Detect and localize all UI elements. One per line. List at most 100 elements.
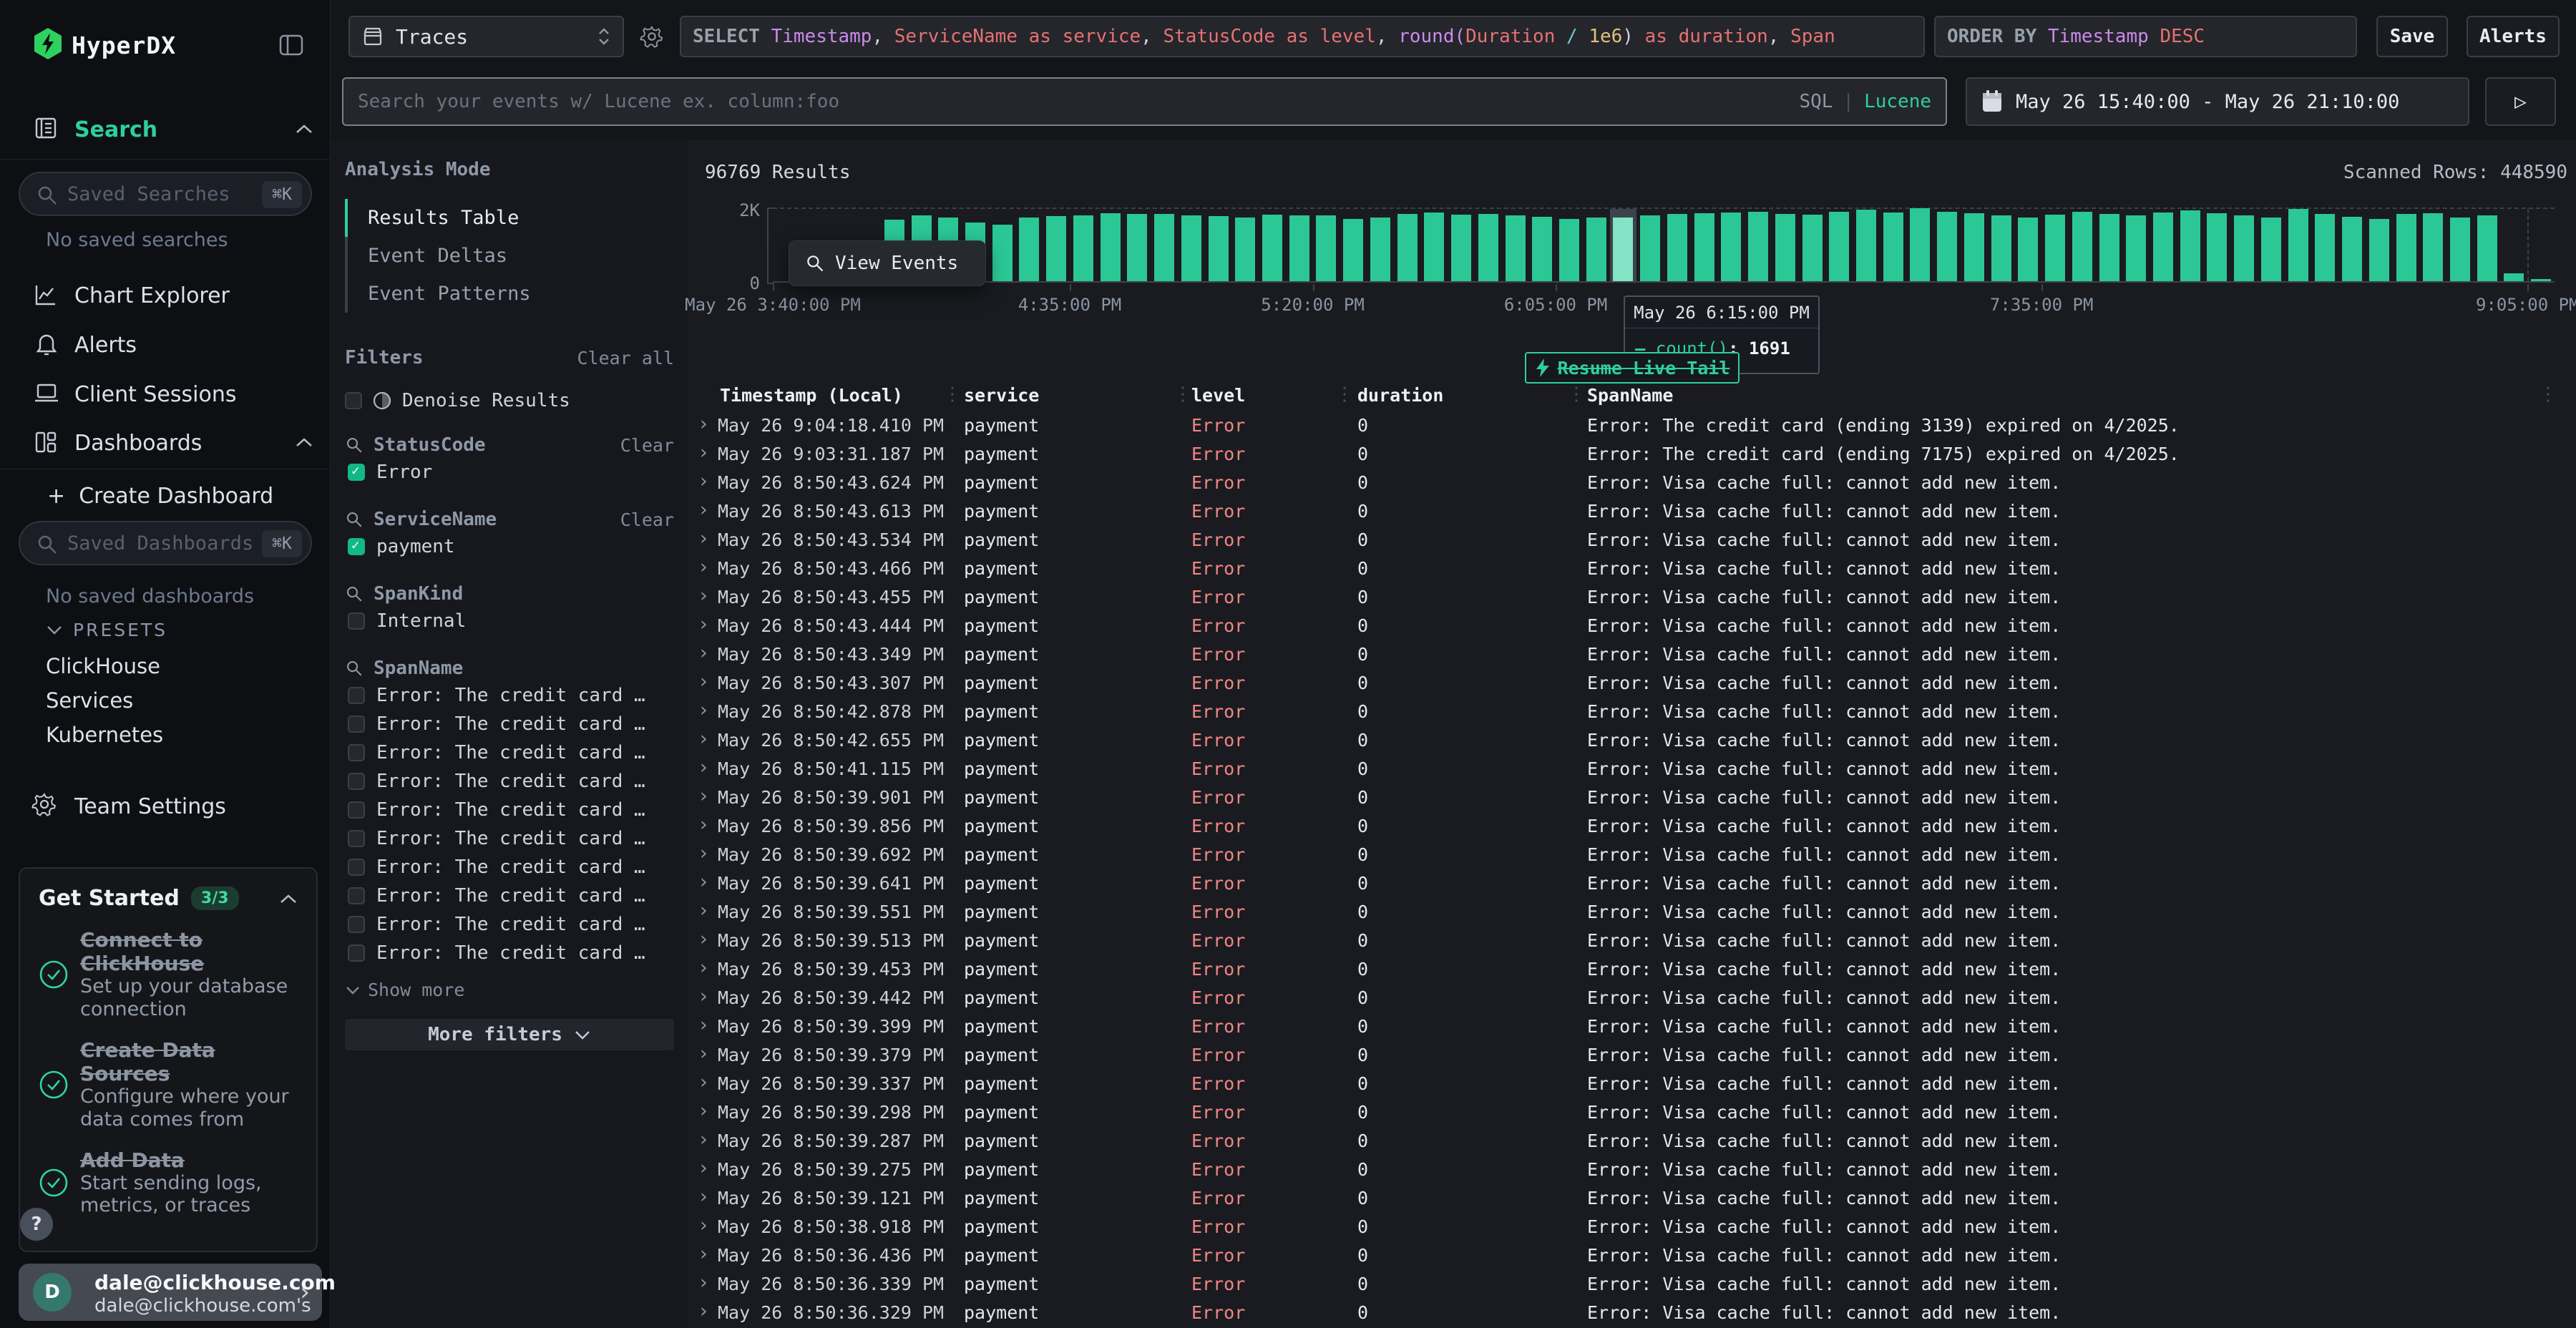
create-dashboard-button[interactable]: + Create Dashboard [47,484,273,509]
chevron-up-icon[interactable] [295,436,313,448]
get-started-step[interactable]: Add DataStart sending logs, metrics, or … [39,1148,298,1218]
table-row[interactable]: ›May 26 9:03:31.187 PMpaymentError0Error… [688,439,2576,468]
histogram-bar[interactable] [1343,219,1363,281]
expand-row-chevron[interactable]: › [698,957,709,979]
expand-row-chevron[interactable]: › [698,527,709,550]
expand-row-chevron[interactable]: › [698,1100,709,1122]
preset-kubernetes[interactable]: Kubernetes [46,723,163,747]
sidebar-item-alerts[interactable]: Alerts [74,333,137,358]
facet-clear-link[interactable]: Clear [620,509,674,530]
alerts-button[interactable]: Alerts [2467,16,2560,57]
histogram-bar[interactable] [1883,213,1903,281]
checkbox-unchecked[interactable] [348,687,365,704]
facet-option[interactable]: Internal [345,607,674,635]
histogram-bar[interactable] [1991,215,2011,281]
expand-row-chevron[interactable]: › [698,1300,709,1322]
expand-row-chevron[interactable]: › [698,499,709,521]
time-range-picker[interactable]: May 26 15:40:00 - May 26 21:10:00 [1966,77,2469,126]
facet-option[interactable]: Error: The credit card … [345,882,674,909]
histogram-bar[interactable] [2018,218,2038,281]
view-events-tooltip[interactable]: View Events [789,240,986,286]
histogram-bar[interactable] [1181,215,1201,281]
facet-option[interactable]: Error: The credit card … [345,682,674,709]
histogram-bar[interactable] [2153,213,2173,281]
facet-option[interactable]: Error: The credit card … [345,854,674,881]
histogram-bar[interactable] [1127,214,1147,281]
more-filters-button[interactable]: More filters [345,1019,674,1050]
histogram-bar[interactable] [2207,213,2227,281]
table-row[interactable]: ›May 26 8:50:41.115 PMpaymentError0Error… [688,754,2576,783]
histogram-bar[interactable] [1397,214,1418,281]
checkbox-unchecked[interactable] [348,716,365,733]
order-by-editor[interactable]: ORDER BY Timestamp DESC [1934,16,2357,57]
column-resize-handle[interactable]: ⋮ [1567,384,1586,405]
histogram-bar[interactable] [2099,214,2119,282]
sql-select-editor[interactable]: SELECT Timestamp, ServiceName as service… [680,16,1925,57]
checkbox-checked[interactable] [348,538,365,555]
lucene-search-input[interactable]: Search your events w/ Lucene ex. column:… [342,77,1947,126]
chevron-up-icon[interactable] [279,893,298,904]
column-resize-handle[interactable]: ⋮ [1174,384,1192,405]
histogram-bar[interactable] [1019,218,1039,281]
histogram-bar[interactable] [1937,212,1957,281]
histogram-bar[interactable] [1506,215,1526,281]
expand-row-chevron[interactable]: › [698,1071,709,1093]
histogram-bar[interactable] [1316,215,1336,281]
table-row[interactable]: ›May 26 8:50:43.307 PMpaymentError0Error… [688,668,2576,697]
expand-row-chevron[interactable]: › [698,585,709,607]
show-more-link[interactable]: Show more [345,980,674,1000]
histogram-bar[interactable] [2045,215,2065,281]
histogram-bar[interactable] [2126,215,2146,282]
expand-row-chevron[interactable]: › [698,556,709,578]
table-row[interactable]: ›May 26 8:50:38.918 PMpaymentError0Error… [688,1212,2576,1241]
expand-row-chevron[interactable]: › [698,928,709,950]
expand-row-chevron[interactable]: › [698,1128,709,1151]
histogram-bar[interactable] [2288,209,2308,281]
histogram-bar[interactable] [1532,217,1552,281]
checkbox-unchecked[interactable] [348,612,365,630]
table-row[interactable]: ›May 26 8:50:39.121 PMpaymentError0Error… [688,1183,2576,1212]
expand-row-chevron[interactable]: › [698,441,709,464]
expand-row-chevron[interactable]: › [698,985,709,1007]
facet-option[interactable]: payment [345,533,674,560]
facet-option[interactable]: Error: The credit card … [345,911,674,938]
histogram-bar[interactable] [2234,215,2254,281]
facet-option[interactable]: Error: The credit card … [345,711,674,738]
expand-row-chevron[interactable]: › [698,1271,709,1294]
histogram-bar[interactable] [2261,218,2281,281]
table-row[interactable]: ›May 26 8:50:39.379 PMpaymentError0Error… [688,1040,2576,1069]
expand-row-chevron[interactable]: › [698,899,709,922]
table-row[interactable]: ›May 26 8:50:43.466 PMpaymentError0Error… [688,554,2576,582]
analysis-mode-event-deltas[interactable]: Event Deltas [345,237,674,275]
expand-row-chevron[interactable]: › [698,728,709,750]
expand-row-chevron[interactable]: › [698,613,709,635]
histogram-bar[interactable] [1640,215,1660,281]
saved-searches-input[interactable]: Saved Searches ⌘K [19,172,312,216]
col-spanname[interactable]: SpanName [1587,385,1673,406]
histogram-bar[interactable] [1451,215,1471,281]
histogram-bar[interactable] [2531,279,2551,281]
checkbox-unchecked[interactable] [348,944,365,962]
denoise-results-row[interactable]: Denoise Results [345,390,674,411]
get-started-step[interactable]: Connect to ClickHouseSet up your databas… [39,928,298,1021]
histogram-bar[interactable] [1046,216,1066,281]
analysis-mode-event-patterns[interactable]: Event Patterns [345,275,674,313]
table-row[interactable]: ›May 26 8:50:42.878 PMpaymentError0Error… [688,697,2576,726]
resume-live-tail-button[interactable]: Resume Live Tail [1525,352,1740,384]
histogram-bar[interactable] [1829,212,1849,281]
expand-row-chevron[interactable]: › [698,413,709,435]
histogram-bar[interactable] [2342,217,2362,282]
checkbox-checked[interactable] [348,464,365,481]
table-row[interactable]: ›May 26 8:50:39.901 PMpaymentError0Error… [688,783,2576,811]
histogram-bar[interactable] [1370,218,1390,281]
expand-row-chevron[interactable]: › [698,1214,709,1236]
histogram-bar[interactable] [1586,218,1606,281]
expand-row-chevron[interactable]: › [698,842,709,864]
column-resize-handle[interactable]: ⋮ [1335,384,1354,405]
table-row[interactable]: ›May 26 8:50:43.444 PMpaymentError0Error… [688,611,2576,640]
histogram-bar[interactable] [1856,210,1876,281]
checkbox-unchecked[interactable] [348,887,365,904]
histogram-bar[interactable] [1748,212,1768,281]
histogram-bar[interactable] [2504,273,2524,281]
save-button[interactable]: Save [2376,16,2448,57]
